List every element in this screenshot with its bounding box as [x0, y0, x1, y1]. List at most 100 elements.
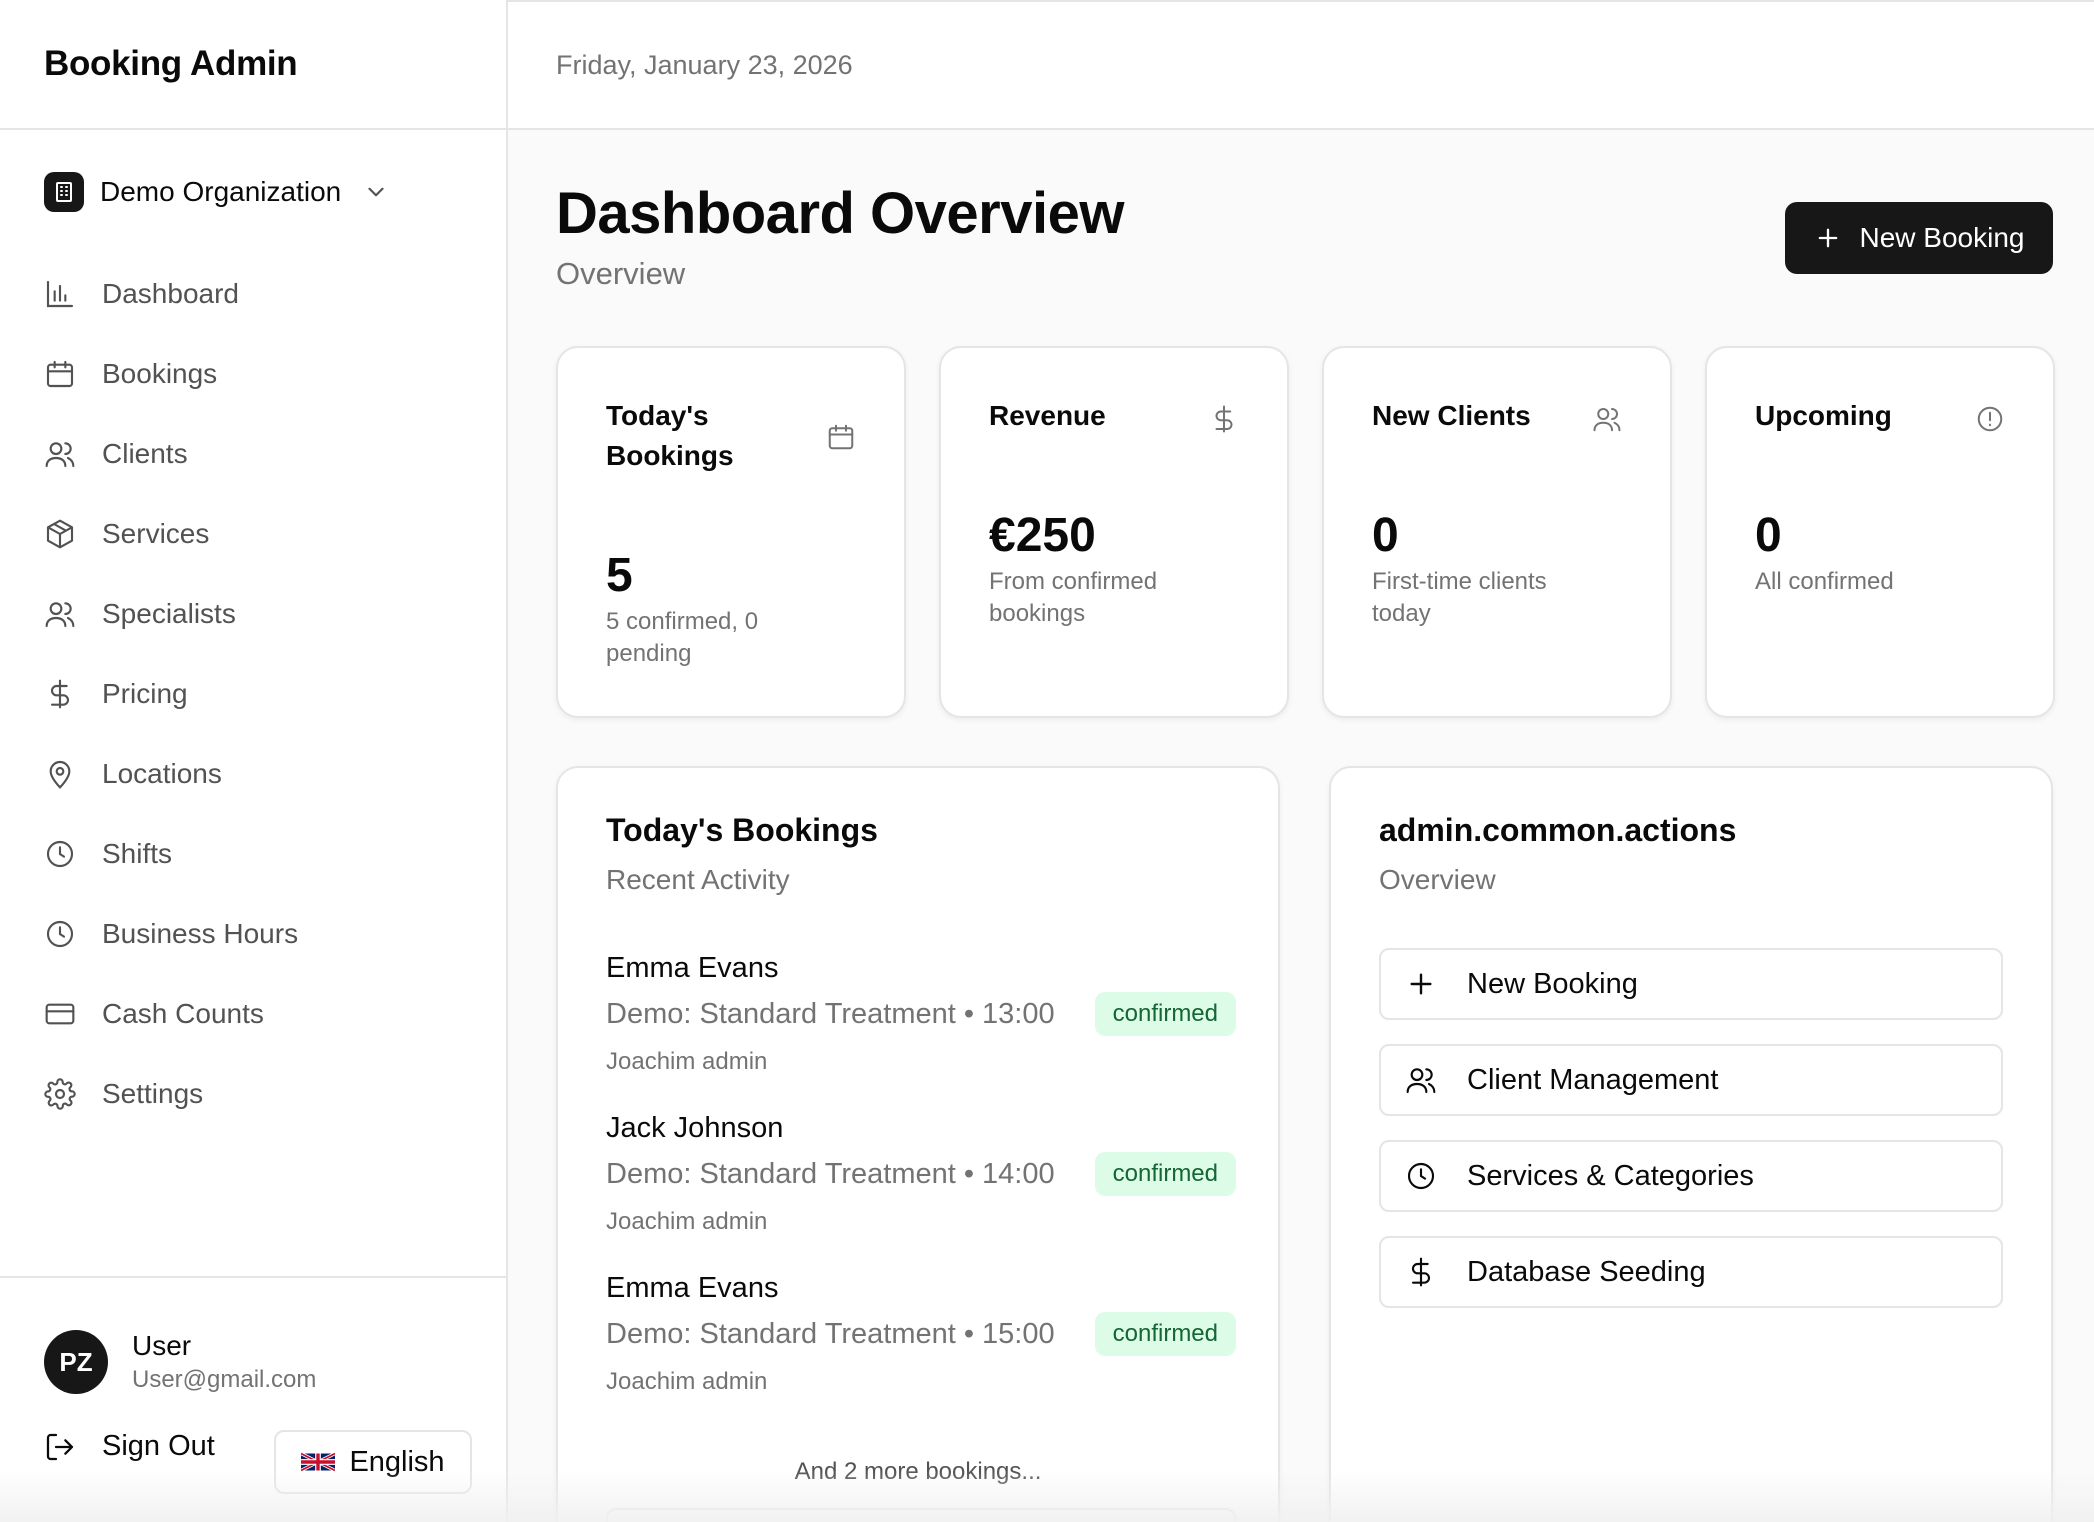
action-client-management[interactable]: Client Management — [1379, 1044, 2003, 1116]
sidebar-item-label: Business Hours — [102, 918, 299, 949]
user-name: User — [132, 1330, 192, 1361]
stat-card-upcoming: Upcoming 0 All confirmed — [1705, 346, 2055, 718]
calendar-icon — [46, 360, 74, 388]
page-title: Dashboard Overview — [556, 181, 1125, 246]
stat-value: 0 — [1755, 509, 1782, 562]
actions-panel: admin.common.actions Overview New Bookin… — [1329, 766, 2053, 1522]
gear-icon — [44, 1078, 76, 1110]
sidebar-item-locations[interactable]: Locations — [44, 734, 464, 814]
booking-client: Emma Evans — [606, 952, 779, 984]
view-all-button[interactable] — [606, 1508, 1236, 1522]
sidebar-item-business-hours[interactable]: Business Hours — [44, 894, 464, 974]
building-icon — [44, 172, 84, 212]
organization-name: Demo Organization — [100, 176, 342, 207]
sidebar-item-cash-counts[interactable]: Cash Counts — [44, 974, 464, 1054]
sidebar-item-services[interactable]: Services — [44, 494, 464, 574]
stat-card-new-clients: New Clients 0 First-time clients today — [1322, 346, 1672, 718]
action-new-booking[interactable]: New Booking — [1379, 948, 2003, 1020]
sidebar-item-label: Services — [102, 518, 210, 549]
booking-item[interactable]: Emma Evans Demo: Standard Treatment • 13… — [606, 952, 1236, 1102]
stat-card-revenue: Revenue €250 From confirmed bookings — [939, 346, 1289, 718]
clock-icon — [46, 840, 74, 868]
stat-title: Today's Bookings — [606, 400, 734, 471]
log-out-icon — [46, 1433, 74, 1460]
uk-flag-icon — [301, 1451, 336, 1473]
page-subtitle: Overview — [556, 256, 686, 291]
sidebar-item-settings[interactable]: Settings — [44, 1054, 464, 1134]
plus-icon — [1410, 973, 1432, 995]
stat-value: 5 — [606, 549, 633, 602]
user-email: User@gmail.com — [132, 1366, 317, 1393]
sign-out-button[interactable]: Sign Out — [44, 1430, 215, 1463]
users-icon — [1406, 1068, 1436, 1094]
stat-title: New Clients — [1372, 400, 1531, 431]
sidebar-item-label: Locations — [102, 758, 222, 789]
action-services-categories[interactable]: Services & Categories — [1379, 1140, 2003, 1212]
booking-item[interactable]: Emma Evans Demo: Standard Treatment • 15… — [606, 1272, 1236, 1422]
language-selector[interactable]: English — [274, 1430, 472, 1494]
stat-title: Upcoming — [1755, 400, 1892, 431]
sidebar-item-label: Specialists — [102, 598, 236, 629]
clock-icon — [46, 920, 74, 948]
new-booking-label: New Booking — [1859, 222, 2025, 253]
users-icon — [1593, 408, 1621, 432]
action-label: New Booking — [1467, 967, 1638, 1000]
top-header: Friday, January 23, 2026 — [508, 2, 2094, 130]
sidebar-item-label: Clients — [102, 438, 188, 469]
chevron-down-icon — [368, 187, 384, 197]
sidebar-item-pricing[interactable]: Pricing — [44, 654, 464, 734]
language-label: English — [349, 1445, 445, 1478]
dollar-icon — [1411, 1257, 1430, 1287]
action-database-seeding[interactable]: Database Seeding — [1379, 1236, 2003, 1308]
status-badge: confirmed — [1094, 1312, 1236, 1356]
action-label: Client Management — [1467, 1063, 1719, 1096]
sidebar-item-bookings[interactable]: Bookings — [44, 334, 464, 414]
users-icon — [45, 602, 75, 628]
sidebar-item-dashboard[interactable]: Dashboard — [44, 254, 464, 334]
map-pin-icon — [49, 760, 71, 789]
action-label: Services & Categories — [1467, 1159, 1754, 1192]
bar-chart-icon — [46, 280, 74, 308]
status-badge: confirmed — [1094, 1152, 1236, 1196]
credit-card-icon — [45, 1003, 75, 1025]
sidebar-footer: PZ User User@gmail.com Sign Out English — [0, 1276, 506, 1522]
calendar-icon — [828, 424, 854, 450]
stat-description: 5 confirmed, 0 pending — [606, 608, 759, 667]
current-date: Friday, January 23, 2026 — [556, 49, 853, 80]
app-brand: Booking Admin — [0, 0, 506, 130]
plus-icon — [1818, 228, 1837, 248]
new-booking-button[interactable]: New Booking — [1785, 202, 2053, 274]
alert-circle-icon — [1977, 406, 2003, 432]
booking-service: Demo: Standard Treatment • 14:00 — [606, 1158, 1055, 1190]
booking-client: Jack Johnson — [606, 1112, 784, 1144]
booking-specialist: Joachim admin — [606, 1048, 768, 1075]
sidebar-item-label: Settings — [102, 1078, 204, 1109]
stat-title: Revenue — [989, 400, 1106, 431]
sidebar-item-clients[interactable]: Clients — [44, 414, 464, 494]
sidebar-item-specialists[interactable]: Specialists — [44, 574, 464, 654]
stat-value: €250 — [989, 509, 1096, 562]
sidebar-nav: Dashboard Bookings Clients Services Spec… — [44, 254, 464, 1134]
sidebar-item-label: Shifts — [102, 838, 173, 869]
booking-item[interactable]: Jack Johnson Demo: Standard Treatment • … — [606, 1112, 1236, 1262]
sidebar-item-shifts[interactable]: Shifts — [44, 814, 464, 894]
user-profile[interactable]: PZ User User@gmail.com — [44, 1330, 316, 1394]
panel-subtitle: Recent Activity — [606, 864, 790, 895]
sidebar-item-label: Bookings — [102, 358, 218, 389]
stat-value: 0 — [1372, 509, 1399, 562]
booking-client: Emma Evans — [606, 1272, 779, 1304]
clock-icon — [1407, 1162, 1435, 1190]
panel-title: Today's Bookings — [606, 812, 878, 848]
sign-out-label: Sign Out — [102, 1430, 215, 1462]
stat-description: From confirmed bookings — [989, 568, 1158, 627]
users-icon — [45, 442, 75, 468]
more-bookings-text: And 2 more bookings... — [794, 1458, 1042, 1485]
panel-subtitle: Overview — [1379, 864, 1496, 895]
booking-specialist: Joachim admin — [606, 1368, 768, 1395]
booking-service: Demo: Standard Treatment • 13:00 — [606, 998, 1055, 1030]
organization-switcher[interactable]: Demo Organization — [44, 172, 389, 212]
stat-card-todays-bookings: Today's Bookings 5 5 confirmed, 0 pendin… — [556, 346, 906, 718]
sidebar-item-label: Dashboard — [102, 278, 239, 309]
stat-description: First-time clients today — [1372, 568, 1547, 627]
sidebar-item-label: Pricing — [102, 678, 188, 709]
